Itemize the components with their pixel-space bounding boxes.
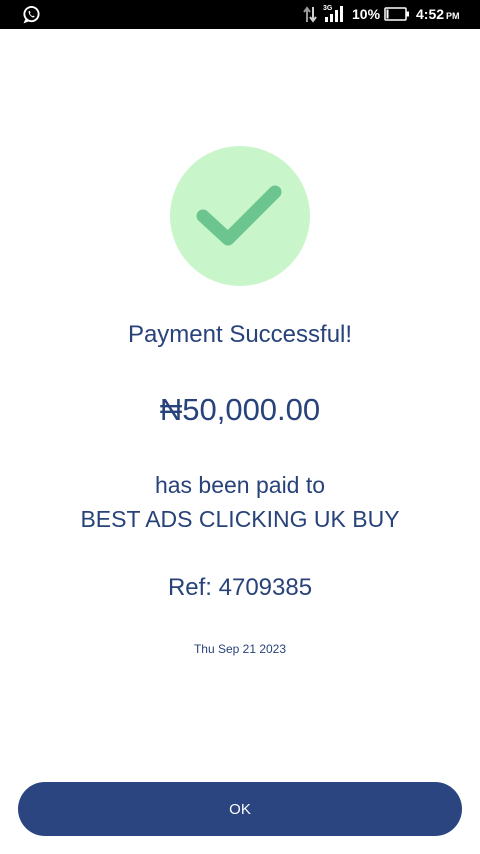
clock-ampm: PM xyxy=(446,11,460,21)
status-bar: 3G 10% 4:52 PM xyxy=(0,0,480,29)
data-transfer-icon xyxy=(303,6,317,23)
payment-amount: ₦50,000.00 xyxy=(159,392,321,427)
clock: 4:52 PM xyxy=(416,6,460,25)
merchant-name: BEST ADS CLICKING UK BUY xyxy=(80,506,400,532)
whatsapp-icon xyxy=(23,5,40,24)
ok-button[interactable]: OK xyxy=(18,782,462,836)
success-badge xyxy=(170,146,310,286)
battery-icon xyxy=(384,7,409,21)
payment-date: Thu Sep 21 2023 xyxy=(193,642,287,656)
battery-percent: 10% xyxy=(352,6,381,22)
signal-3g-icon: 3G xyxy=(323,5,343,22)
clock-time: 4:52 xyxy=(416,6,445,22)
reference-number: Ref: 4709385 xyxy=(167,574,313,601)
paid-to-label: has been paid to xyxy=(154,472,326,498)
svg-text:3G: 3G xyxy=(323,5,333,12)
checkmark-icon xyxy=(196,185,282,246)
payment-status-title: Payment Successful! xyxy=(127,321,353,348)
